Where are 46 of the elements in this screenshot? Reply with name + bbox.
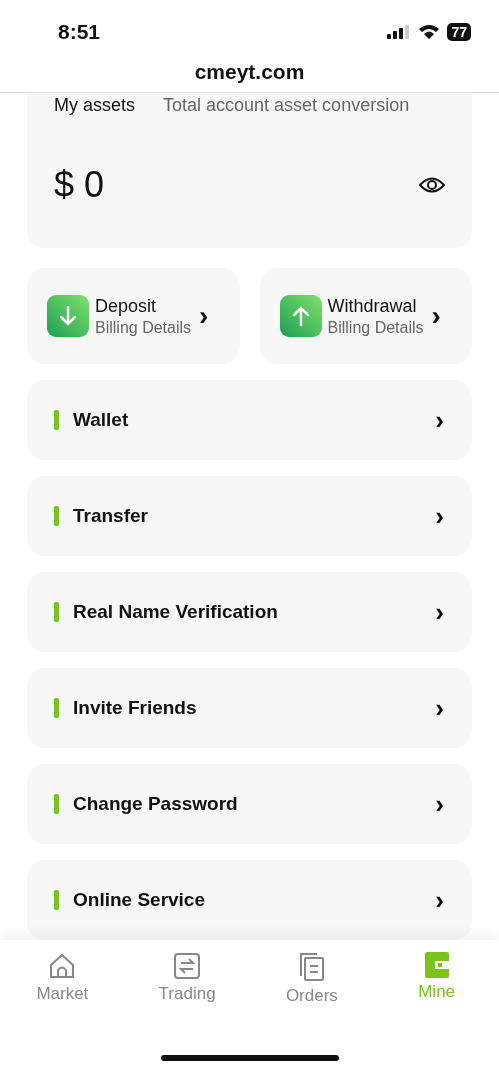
menu-label: Transfer [73,505,148,527]
menu-label: Change Password [73,793,238,815]
accent-bar [54,506,59,526]
assets-title: My assets [54,95,136,116]
menu-item[interactable]: Online Service › [27,860,472,940]
action-sublabel: Billing Details [327,318,424,337]
url-text[interactable]: cmeyt.com [194,60,305,92]
accent-bar [54,890,59,910]
action-sublabel: Billing Details [95,318,192,337]
battery-indicator: 77 [447,23,471,41]
tab[interactable]: Trading [124,952,250,1036]
menu-label: Real Name Verification [73,601,278,623]
chevron-icon: › [435,407,446,433]
home-icon [48,952,77,980]
chevron-icon: › [199,302,211,330]
menu-item[interactable]: Change Password › [27,764,472,844]
action-label: Withdrawal [327,295,418,317]
chevron-icon: › [435,791,446,817]
wallet-icon [424,952,449,978]
tab[interactable]: Market [0,952,125,1036]
asset-amount: $ 0 [54,164,105,206]
chevron-icon: › [435,599,446,625]
signal-icon [387,25,412,39]
chevron-icon: › [431,302,443,330]
chevron-icon: › [435,695,446,721]
accent-bar [54,602,59,622]
menu-item[interactable]: Transfer › [27,476,472,556]
menu-item[interactable]: Invite Friends › [27,668,472,748]
document-icon [297,952,326,982]
menu-label: Wallet [73,409,129,431]
tab[interactable]: Orders [249,952,375,1036]
menu-item[interactable]: Wallet › [27,380,472,460]
status-time: 8:51 [58,20,101,44]
swap-icon [173,952,202,980]
accent-bar [54,410,59,430]
eye-icon[interactable] [419,176,445,194]
menu-label: Invite Friends [73,697,197,719]
wifi-icon [418,24,441,40]
accent-bar [54,698,59,718]
chevron-icon: › [435,887,446,913]
action-label: Deposit [95,295,158,317]
assets-subtitle: Total account asset conversion [163,95,410,116]
chevron-icon: › [435,503,446,529]
accent-bar [54,794,59,814]
menu-item[interactable]: Real Name Verification › [27,572,472,652]
menu-label: Online Service [73,889,205,911]
